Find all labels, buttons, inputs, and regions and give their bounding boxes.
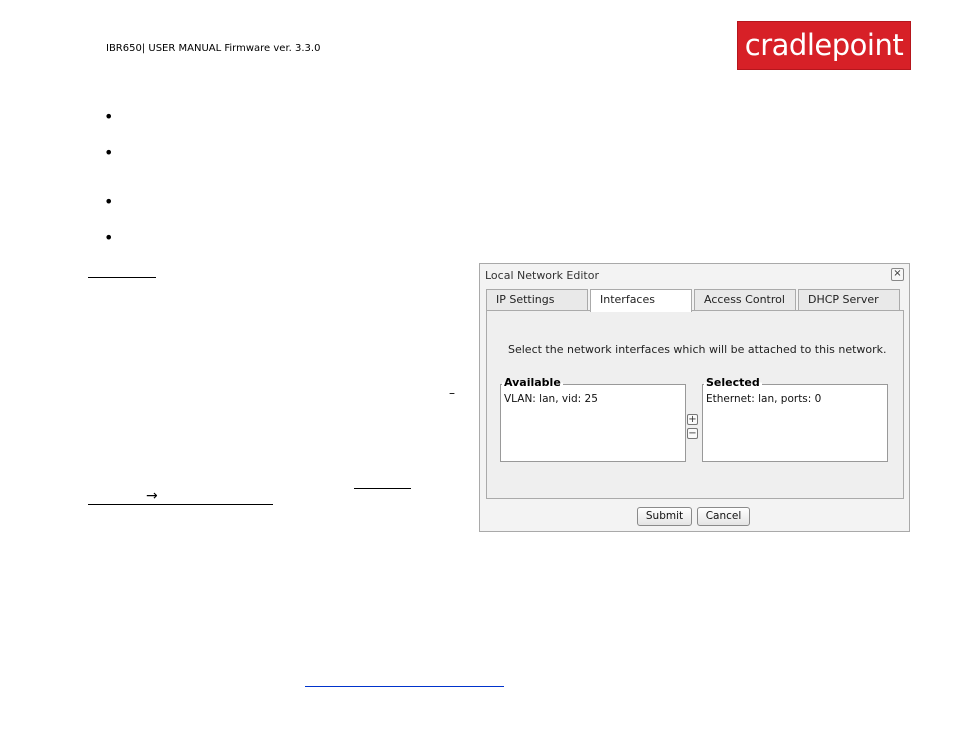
available-label: Available xyxy=(502,376,563,389)
selected-label: Selected xyxy=(704,376,762,389)
header-title: IBR650| USER MANUAL Firmware ver. 3.3.0 xyxy=(106,43,321,54)
cradlepoint-logo: cradlepoint xyxy=(737,21,911,70)
bullet-1 xyxy=(104,113,113,121)
tab-ip-settings[interactable]: IP Settings xyxy=(486,289,588,310)
selected-listbox[interactable]: Selected Ethernet: lan, ports: 0 xyxy=(702,376,888,462)
tab-interfaces[interactable]: Interfaces xyxy=(590,289,692,312)
dash-mark: – xyxy=(449,386,455,400)
tab-dhcp-server[interactable]: DHCP Server xyxy=(798,289,900,310)
tab-access-control[interactable]: Access Control xyxy=(694,289,796,310)
close-icon[interactable]: × xyxy=(891,268,904,281)
footer-link-underline[interactable] xyxy=(305,686,504,687)
interfaces-panel: Select the network interfaces which will… xyxy=(486,310,904,499)
list-item[interactable]: VLAN: lan, vid: 25 xyxy=(504,393,598,405)
bullet-2 xyxy=(104,149,113,157)
tab-bar: IP Settings Interfaces Access Control DH… xyxy=(486,289,904,312)
add-icon[interactable]: + xyxy=(687,414,698,425)
link-underline-2[interactable] xyxy=(88,504,273,505)
arrow-icon: → xyxy=(146,488,158,504)
bullet-4 xyxy=(104,234,113,242)
section-heading-underline xyxy=(88,277,156,278)
instruction-text: Select the network interfaces which will… xyxy=(508,343,887,356)
cancel-button[interactable]: Cancel xyxy=(697,507,750,526)
logo-text: cradlepoint xyxy=(744,28,904,62)
local-network-editor-dialog: Local Network Editor × IP Settings Inter… xyxy=(479,263,910,532)
remove-icon[interactable]: − xyxy=(687,428,698,439)
bullet-3 xyxy=(104,198,113,206)
link-underline-1[interactable] xyxy=(354,488,411,489)
submit-button[interactable]: Submit xyxy=(637,507,692,526)
dialog-title: Local Network Editor xyxy=(485,269,599,282)
available-listbox[interactable]: Available VLAN: lan, vid: 25 xyxy=(500,376,686,462)
list-item[interactable]: Ethernet: lan, ports: 0 xyxy=(706,393,821,405)
